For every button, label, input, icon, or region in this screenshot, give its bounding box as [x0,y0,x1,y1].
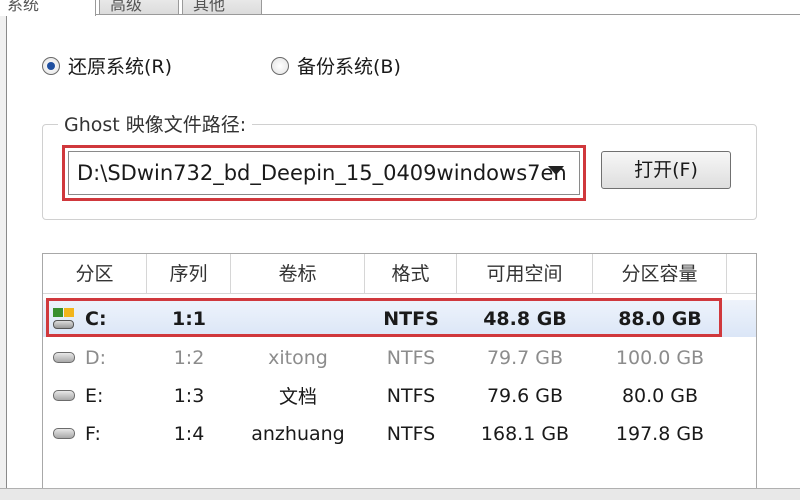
column-header-sequence[interactable]: 序列 [147,254,231,294]
volume-label-cell: xitong [268,346,328,369]
restore-radio-option[interactable]: 还原系统(R) [42,52,172,79]
tab-strip: 系统 高级 其他 [0,0,800,16]
drive-letter: F: [85,422,101,445]
free-space-cell: 79.6 GB [486,384,564,407]
free-space-cell: 168.1 GB [480,422,570,445]
partition-table: 分区 序列 卷标 格式 可用空间 分区容量 C: 1:1 NTFS 48.8 G… [42,253,757,500]
radio-checked-icon[interactable] [42,56,60,75]
table-header: 分区 序列 卷标 格式 可用空间 分区容量 [43,254,756,294]
tab-label: 高级 [110,0,143,14]
drive-letter: D: [85,346,107,369]
column-header-format[interactable]: 格式 [365,254,457,294]
table-row[interactable]: E: 1:3 文档 NTFS 79.6 GB 80.0 GB [43,377,756,414]
tab-other[interactable]: 其他 [182,0,262,14]
column-header-volume-label[interactable]: 卷标 [231,254,365,294]
drive-cell: F: [43,423,147,445]
column-header-partition[interactable]: 分区 [43,254,147,294]
format-cell: NTFS [386,422,436,445]
column-header-capacity[interactable]: 分区容量 [593,254,727,294]
tab-label: 其他 [193,0,226,14]
restore-radio-label[interactable]: 还原系统(R) [68,52,172,79]
bottom-edge [0,488,800,500]
table-row[interactable]: D: 1:2 xitong NTFS 79.7 GB 100.0 GB [43,339,756,376]
capacity-cell: 80.0 GB [621,384,699,407]
volume-label-cell: anzhuang [251,422,345,445]
image-path-value: D:\SDwin732_bd_Deepin_15_0409windows7en [77,161,567,185]
open-button[interactable]: 打开(F) [601,151,731,189]
disk-icon [53,428,75,439]
column-header-filler [727,254,756,294]
backup-radio-option[interactable]: 备份系统(B) [271,52,401,79]
image-path-combobox[interactable]: D:\SDwin732_bd_Deepin_15_0409windows7en [68,151,580,195]
format-cell: NTFS [386,384,436,407]
drive-letter: E: [85,384,104,407]
sequence-cell: 1:3 [173,384,205,407]
format-cell: NTFS [386,346,436,369]
row-highlight-frame [46,298,722,337]
dropdown-arrow-icon[interactable] [548,166,564,175]
image-path-group-label: Ghost 映像文件路径: [58,110,253,137]
tab-divider [96,14,800,15]
volume-label-cell: 文档 [278,386,317,408]
drive-cell: D: [43,347,147,369]
capacity-cell: 197.8 GB [615,422,705,445]
column-header-free-space[interactable]: 可用空间 [457,254,593,294]
drive-cell: E: [43,385,147,407]
tab-system[interactable]: 系统 [0,0,96,16]
sequence-cell: 1:2 [173,346,205,369]
disk-icon [53,390,75,401]
radio-unchecked-icon[interactable] [271,56,289,75]
tab-advanced[interactable]: 高级 [99,0,179,14]
table-row[interactable]: F: 1:4 anzhuang NTFS 168.1 GB 197.8 GB [43,415,756,452]
free-space-cell: 79.7 GB [486,346,564,369]
sequence-cell: 1:4 [173,422,205,445]
disk-icon [53,352,75,363]
backup-radio-label[interactable]: 备份系统(B) [297,52,401,79]
tab-label: 系统 [7,0,40,14]
capacity-cell: 100.0 GB [615,346,705,369]
window-left-edge [0,14,7,500]
